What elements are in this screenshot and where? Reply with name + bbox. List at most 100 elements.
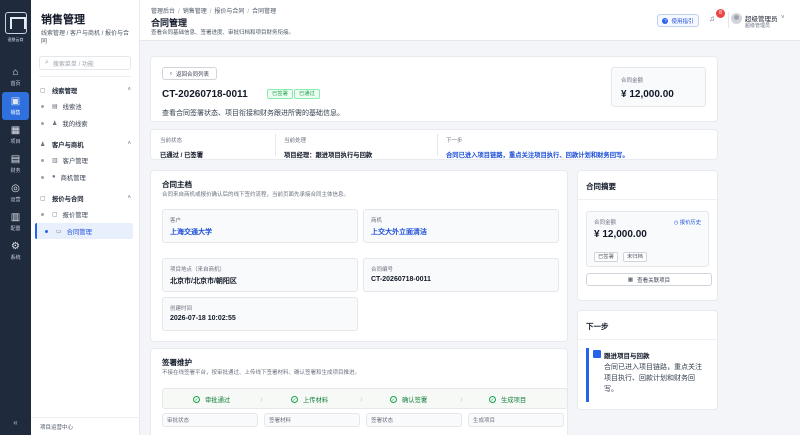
pool-icon: ▤ <box>52 103 58 110</box>
quote-icon: ▢ <box>52 211 58 218</box>
rail-item-label: 销售 <box>10 109 21 116</box>
help-guide-button[interactable]: ? 使用指引 <box>657 14 699 27</box>
bullet <box>41 104 44 108</box>
breadcrumb-separator: / <box>178 9 180 15</box>
contract-number: CT-20260718-0011 <box>162 89 248 100</box>
search-input[interactable]: ⌕ 搜索菜单 / 功能 <box>39 56 131 70</box>
rail-nav: ⌂ 首页 ▣ 销售 ▦ 项目 ▤ 财务 ◎ 运营 ▥ 配置 ⚙ 系统 <box>0 63 31 265</box>
button-label: 查看关联项目 <box>637 277 671 284</box>
field-label: 合同编号 <box>371 267 394 273</box>
tag-not-archived: 未归档 <box>623 252 647 262</box>
rail-item-finance[interactable]: ▤ 财务 <box>2 150 29 178</box>
current-handler: 当前处理 项目经理：跟进项目执行与回款 <box>275 130 437 160</box>
field-value: 2026-07-18 10:02:55 <box>170 315 236 322</box>
sidebar-item-quotes[interactable]: ▢ 报价管理 <box>31 206 133 222</box>
search-placeholder: 搜索菜单 / 功能 <box>52 61 94 68</box>
breadcrumb-separator: / <box>209 9 212 15</box>
mini-field-label: 审批状态 <box>167 418 190 424</box>
divider <box>578 339 717 340</box>
rail-item-sales[interactable]: ▣ 销售 <box>2 92 29 120</box>
step-confirm: ✓ 确认签署 <box>390 389 427 410</box>
field-created-time: 创建时间 2026-07-18 10:02:55 <box>162 297 358 331</box>
system-icon: ⚙ <box>11 240 20 252</box>
divider <box>39 76 131 77</box>
opportunity-link[interactable]: 上交大外立面清洁 <box>371 227 427 237</box>
logo-text: 速鼎云商 <box>7 37 24 42</box>
sidebar-item-customers[interactable]: ▥ 客户管理 <box>31 152 133 168</box>
rail-item-home[interactable]: ⌂ 首页 <box>2 63 29 91</box>
rail-item-config[interactable]: ▥ 配置 <box>2 208 29 236</box>
pin-icon: ● <box>52 174 56 180</box>
section-description: 不接在线签署平台，按审批通过、上传线下签署材料、确认签署和生成项目推进。 <box>162 370 361 376</box>
building-icon: ▥ <box>52 157 58 164</box>
status-label: 当前状态 <box>160 138 183 144</box>
chevron-up-icon: ˄ <box>127 141 131 147</box>
bullet <box>41 212 44 216</box>
page-header: 管理后台 / 销售管理 / 报价与合同 / 合同管理 合同管理 查看合同基础信息、签署进度、… <box>140 0 800 41</box>
amount-value: ¥ 12,000.00 <box>621 89 674 100</box>
sidebar-item-my-leads[interactable]: ♟ 我的线索 <box>31 115 133 131</box>
rail-item-project[interactable]: ▦ 项目 <box>2 121 29 149</box>
group-label: 线索管理 <box>52 87 78 95</box>
avatar[interactable] <box>731 13 742 24</box>
status-badge-signed: 已签署 <box>267 89 293 99</box>
collapse-icon[interactable]: « <box>0 418 31 427</box>
status-bar: 当前状态 已通过 / 已签署 当前处理 项目经理：跟进项目执行与回款 下一步 合… <box>150 129 718 160</box>
chevron-up-icon: ˄ <box>127 87 131 93</box>
field-contract-number: 合同编号 CT-20260718-0011 <box>363 258 559 292</box>
next-step-card: 下一步 跟进项目与回款 合同已进入项目链路，重点关注项目执行、回款计划和财务回写… <box>577 310 718 410</box>
field-location: 项目地点（来自商机） 北京市/北京市/朝阳区 <box>162 258 358 292</box>
contract-hero-card: ‹ 返回合同列表 CT-20260718-0011 已签署 已通过 查看合同签署… <box>150 56 718 122</box>
view-related-project-button[interactable]: ▦ 查看关联项目 <box>586 273 712 286</box>
bullet <box>41 121 44 125</box>
sidebar-title: 销售管理 <box>41 14 85 26</box>
breadcrumb-item[interactable]: 报价与合同 <box>214 9 244 15</box>
folder-icon: ▭ <box>56 228 62 235</box>
sidebar-item-label: 商机管理 <box>60 174 86 182</box>
breadcrumb-item[interactable]: 销售管理 <box>183 9 207 15</box>
search-icon: ⌕ <box>45 59 49 66</box>
sidebar-item-opportunities[interactable]: ● 商机管理 <box>31 169 133 185</box>
sidebar-group-customers[interactable]: ♟ 客户与商机 ˄ <box>31 137 139 151</box>
signing-card: 签署维护 不接在线签署平台，按审批通过、上传线下签署材料、确认签署和生成项目推进… <box>150 348 568 435</box>
sidebar-item-lead-pool[interactable]: ▤ 线索池 <box>31 98 133 114</box>
rail-item-label: 运营 <box>10 196 21 203</box>
amount-label: 合同金额 <box>621 78 644 84</box>
current-status: 当前状态 已通过 / 已签署 <box>151 130 275 160</box>
bullet <box>45 229 48 233</box>
bell-icon[interactable]: ♫ <box>709 14 715 23</box>
operations-icon: ◎ <box>11 182 20 194</box>
home-icon: ⌂ <box>12 66 19 78</box>
contract-subject-card: 合同主档 合同来自商机或报价确认后的线下签约流程，当前页面先承接合同主体信息。 … <box>150 170 568 342</box>
quote-history-link[interactable]: ◷ 报价历史 <box>674 218 701 226</box>
breadcrumb-separator: / <box>247 9 250 15</box>
rail-item-operations[interactable]: ◎ 运营 <box>2 179 29 207</box>
handler-label: 当前处理 <box>284 138 307 144</box>
field-label: 项目地点（来自商机） <box>170 267 226 273</box>
contract-amount-box: 合同金额 ¥ 12,000.00 <box>611 67 706 107</box>
logo-icon <box>4 12 27 34</box>
customer-link[interactable]: 上海交通大学 <box>170 227 212 237</box>
contract-description: 查看合同签署状态、项目衔接和财务跟进所需的基础信息。 <box>162 110 344 117</box>
breadcrumb-item[interactable]: 管理后台 <box>151 9 175 15</box>
sidebar-group-quotes[interactable]: ▢ 报价与合同 ˄ <box>31 191 139 205</box>
back-to-list-button[interactable]: ‹ 返回合同列表 <box>162 67 218 80</box>
group-label: 客户与商机 <box>52 141 84 149</box>
next-step-item: 跟进项目与回款 合同已进入项目链路，重点关注项目执行、回款计划和财务回写。 <box>586 348 712 409</box>
amount-value: ¥ 12,000.00 <box>594 229 647 240</box>
chevron-down-icon[interactable]: ˅ <box>781 15 785 21</box>
next-step-title: 跟进项目与回款 <box>604 353 650 360</box>
rail-item-system[interactable]: ⚙ 系统 <box>2 237 29 265</box>
chevron-right-icon: › <box>360 394 363 404</box>
sales-icon: ▣ <box>10 95 21 107</box>
next-step-description: 合同已进入项目链路，重点关注项目执行、回款计划和财务回写。 <box>604 364 702 393</box>
step-label: 上传材料 <box>303 397 329 404</box>
check-circle-icon: ✓ <box>193 396 200 403</box>
chevron-right-icon: › <box>260 394 263 404</box>
sidebar-group-leads[interactable]: ▢ 线索管理 ˄ <box>31 83 139 97</box>
sidebar-item-contracts[interactable]: ▭ 合同管理 <box>35 223 133 239</box>
project-icon: ▦ <box>627 276 634 283</box>
sidebar-crumb: 线索管理 / 客户与商机 / 报价与合同 <box>41 31 130 45</box>
tag-signed: 已签署 <box>594 252 618 262</box>
field-value: 北京市/北京市/朝阳区 <box>170 278 237 285</box>
